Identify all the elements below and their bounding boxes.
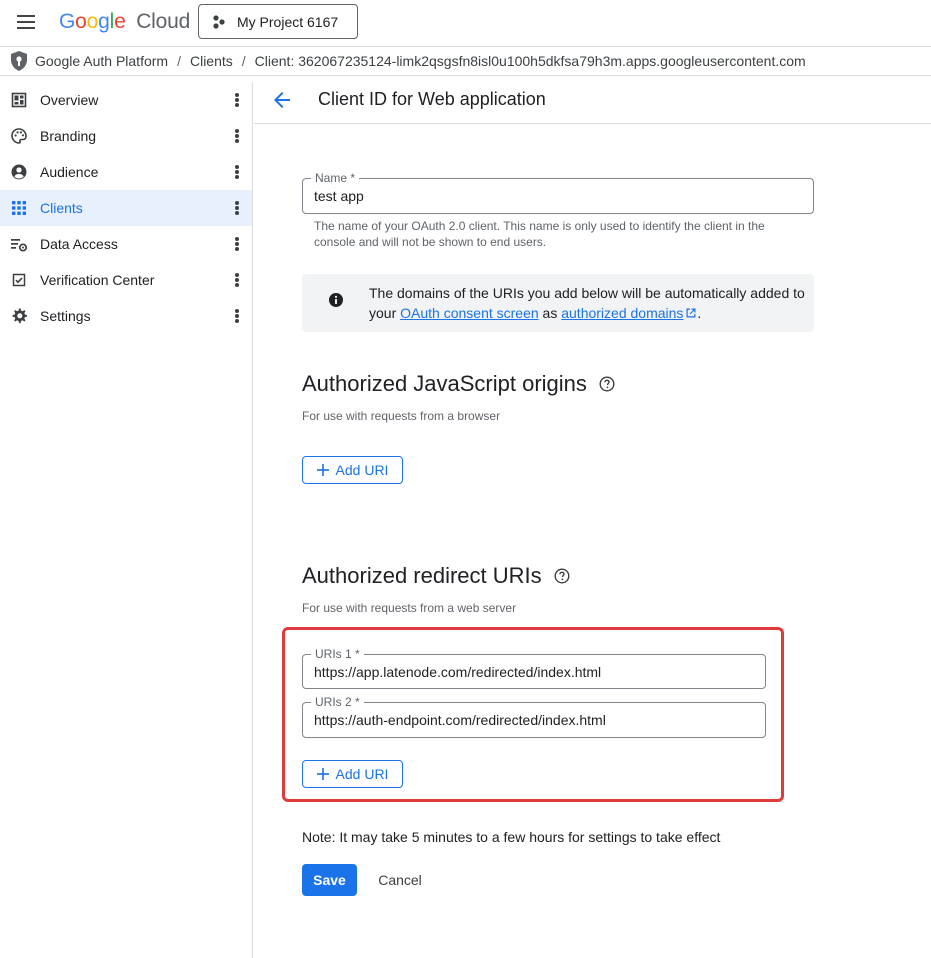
js-origins-title: Authorized JavaScript origins [302,371,615,397]
redirect-uri-input[interactable] [314,655,754,688]
back-arrow-icon[interactable] [270,88,294,112]
palette-icon [11,128,27,144]
logo-cloud-text: Cloud [136,10,191,33]
redirect-uri-field-2[interactable]: URIs 2 * [302,695,766,738]
sidebar-item-label: Audience [40,164,99,180]
account-circle-icon [11,164,27,180]
add-uri-label: Add URI [335,462,389,478]
save-button[interactable]: Save [302,864,357,896]
more-vert-icon[interactable] [234,235,240,253]
authorized-domains-link-label: authorized domains [561,305,684,321]
redirect-uris-subtitle: For use with requests from a web server [302,601,517,615]
project-name: My Project 6167 [237,13,339,30]
breadcrumb: Google Auth Platform / Clients / Client:… [0,46,931,76]
name-hint-line: The name of your OAuth 2.0 client. This … [314,219,765,233]
redirect-uris-title-text: Authorized redirect URIs [302,563,542,588]
sidebar-item-branding[interactable]: Branding [0,118,252,154]
sidebar-item-data-access[interactable]: Data Access [0,226,252,262]
logo-letter: o [86,10,99,33]
breadcrumb-separator: / [241,53,246,69]
page-title: Client ID for Web application [318,89,546,109]
project-selector-button[interactable]: My Project 6167 [198,4,358,39]
gear-icon [12,308,27,324]
sidebar-item-audience[interactable]: Audience [0,154,252,190]
more-vert-icon[interactable] [234,127,240,145]
help-icon[interactable] [554,568,570,584]
shield-icon [11,51,27,71]
more-vert-icon[interactable] [234,271,240,289]
js-origins-title-text: Authorized JavaScript origins [302,371,587,396]
top-bar: Google Cloud My Project 6167 [0,0,931,46]
info-text-part: as [538,305,562,321]
plus-icon [316,464,329,476]
info-icon [329,293,343,307]
project-dots-icon [213,14,225,29]
redirect-uri-field-1[interactable]: URIs 1 * [302,647,766,689]
breadcrumb-current-client: Client: 362067235124-limk2qsgsfn8isl0u10… [254,53,806,69]
oauth-consent-screen-link[interactable]: OAuth consent screen [400,305,539,321]
sidebar-item-clients[interactable]: Clients [0,190,252,226]
sidebar-item-label: Clients [40,200,83,216]
grid-icon [12,201,26,215]
data-settings-icon [11,239,28,252]
sidebar-item-label: Verification Center [40,272,155,288]
info-text: The domains of the URIs you add below wi… [369,283,809,323]
name-input[interactable] [314,179,802,213]
breadcrumb-google-auth-platform[interactable]: Google Auth Platform [35,53,168,69]
breadcrumb-clients[interactable]: Clients [190,53,233,69]
name-hint-line: console and will not be shown to end use… [314,235,547,249]
plus-icon [316,768,329,780]
sidebar-item-label: Branding [40,128,97,144]
hamburger-menu-icon[interactable] [14,12,38,32]
js-origins-subtitle: For use with requests from a browser [302,409,501,423]
sidebar-item-label: Data Access [40,236,118,252]
settings-note: Note: It may take 5 minutes to a few hou… [302,829,721,845]
breadcrumb-separator: / [177,53,181,69]
open-in-new-icon [686,308,696,318]
name-field[interactable]: Name * [302,171,814,214]
redirect-uris-title: Authorized redirect URIs [302,563,570,589]
add-uri-label: Add URI [335,766,389,782]
page-header: Client ID for Web application [254,76,931,124]
verified-checkbox-icon [12,273,26,287]
more-vert-icon[interactable] [234,91,240,109]
dashboard-icon [11,92,27,108]
more-vert-icon[interactable] [234,307,240,325]
sidebar-item-label: Overview [40,92,99,108]
logo-letter: e [114,10,126,33]
sidebar-item-label: Settings [40,308,91,324]
sidebar: Overview Branding Audience Clients Data … [0,82,253,958]
sidebar-item-settings[interactable]: Settings [0,298,252,334]
add-js-origin-button[interactable]: Add URI [302,456,403,484]
help-icon[interactable] [599,376,615,392]
cancel-button[interactable]: Cancel [366,864,434,896]
redirect-uri-input[interactable] [314,703,754,737]
google-cloud-logo[interactable]: Google Cloud [59,10,190,34]
sidebar-item-verification-center[interactable]: Verification Center [0,262,252,298]
logo-letter: g [98,10,110,33]
authorized-domains-link[interactable]: authorized domains [561,305,683,321]
more-vert-icon[interactable] [234,199,240,217]
logo-letter: G [59,10,76,33]
info-banner: The domains of the URIs you add below wi… [302,274,814,332]
logo-letter: o [75,10,87,33]
info-text-part: . [697,305,702,321]
name-hint: The name of your OAuth 2.0 client. This … [314,218,814,250]
sidebar-item-overview[interactable]: Overview [0,82,252,118]
add-redirect-uri-button[interactable]: Add URI [302,760,403,788]
more-vert-icon[interactable] [234,163,240,181]
